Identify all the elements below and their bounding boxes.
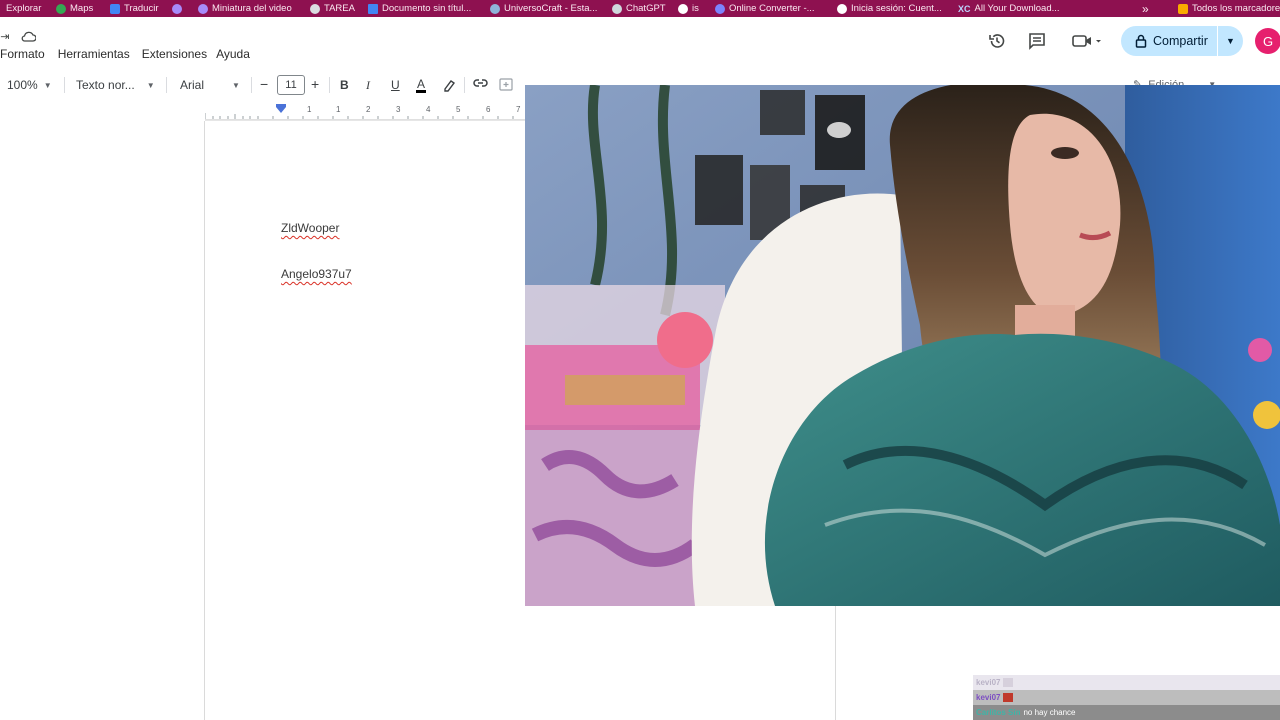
github-icon (678, 3, 688, 14)
link-icon[interactable] (473, 78, 488, 88)
ruler-ticks (204, 104, 514, 119)
share-dropdown-button[interactable]: ▼ (1217, 26, 1243, 56)
docs-icon (368, 3, 378, 14)
bookmark-explorar[interactable]: Explorar (6, 0, 41, 17)
bookmark-chatgpt[interactable]: ChatGPT (612, 0, 666, 17)
share-main[interactable]: Compartir (1121, 26, 1217, 56)
bookmark-documento[interactable]: Documento sin títul... (368, 0, 471, 17)
bookmark-all-your-download[interactable]: XC All Your Download... (958, 0, 1060, 17)
ruler-mark: 1 (307, 105, 312, 114)
bookmark-inicia-sesion[interactable]: Inicia sesión: Cuent... (837, 0, 942, 17)
page-edge (835, 606, 836, 720)
bookmark-online-converter[interactable]: Online Converter -... (715, 0, 815, 17)
xc-icon: XC (958, 3, 971, 14)
bold-button[interactable]: B (340, 78, 349, 92)
menu-herramientas[interactable]: Herramientas (58, 47, 130, 61)
chevron-down-icon: ▼ (146, 80, 155, 90)
chat-overlay: kevi07 kevi07 Carlitos Sin no hay chance (973, 675, 1280, 720)
bookmark-maps[interactable]: Maps (56, 0, 93, 17)
add-comment-icon[interactable] (499, 78, 513, 91)
lock-icon (1135, 34, 1147, 48)
badge-icon (1003, 693, 1014, 702)
translate-icon (110, 3, 120, 14)
zoom-select[interactable]: 100% ▼ (7, 78, 52, 92)
canva-icon (198, 3, 208, 14)
chat-username: kevi07 (976, 678, 1001, 687)
maps-icon (56, 3, 66, 14)
document-line[interactable]: Angelo937u7 (281, 267, 352, 281)
bookmark-traducir[interactable]: Traducir (110, 0, 159, 17)
highlight-icon[interactable] (442, 78, 456, 92)
ruler-mark: 2 (366, 105, 371, 114)
chat-username: Carlitos Sin (976, 708, 1021, 717)
cloud-icon[interactable] (20, 29, 36, 43)
bookmark-miniatura[interactable]: Miniatura del video (198, 0, 292, 17)
chevron-down-icon: ▼ (232, 80, 240, 90)
bookmark-todos[interactable]: Todos los marcadores (1178, 0, 1280, 17)
badge-icon (1003, 678, 1014, 687)
ruler-mark: 6 (486, 105, 491, 114)
avatar[interactable]: G (1255, 28, 1280, 54)
chat-message: kevi07 (973, 690, 1280, 705)
chat-text: no hay chance (1023, 708, 1076, 717)
ruler-mark: 3 (396, 105, 401, 114)
webcam-feed (525, 85, 1280, 606)
meet-icon[interactable] (1070, 31, 1104, 51)
toolbar-divider (251, 77, 252, 93)
bookmark-icon (172, 3, 182, 14)
bookmark-universocraft[interactable]: UniversoCraft - Esta... (490, 0, 597, 17)
menu-ayuda[interactable]: Ayuda (216, 47, 250, 61)
ruler[interactable]: 1 1 2 3 4 5 6 7 (204, 104, 525, 120)
bookmark-blank[interactable] (172, 0, 182, 17)
bookmarks-bar: Explorar Maps Traducir Miniatura del vid… (0, 0, 1280, 17)
decrease-font-size-button[interactable]: − (260, 76, 268, 92)
webcam-overlay (525, 85, 1280, 606)
toolbar-divider (64, 77, 65, 93)
font-select[interactable]: Arial ▼ (180, 78, 240, 92)
font-size-input[interactable]: 11 (277, 75, 305, 95)
toolbar-divider (464, 77, 465, 93)
increase-font-size-button[interactable]: + (311, 76, 319, 92)
toolbar-divider (329, 77, 330, 93)
comment-icon[interactable] (1027, 31, 1047, 51)
bookmark-tarea[interactable]: TAREA (310, 0, 355, 17)
share-button[interactable]: Compartir ▼ (1121, 26, 1243, 56)
google-icon (837, 3, 847, 14)
school-icon (310, 3, 320, 14)
ruler-mark: 5 (456, 105, 461, 114)
ruler-mark: 7 (516, 105, 521, 114)
italic-button[interactable]: I (366, 78, 370, 93)
share-label: Compartir (1153, 34, 1208, 48)
history-icon[interactable] (987, 31, 1007, 51)
document-line[interactable]: ZldWooper (281, 221, 339, 235)
text-color-button[interactable]: A (416, 78, 427, 93)
chat-username: kevi07 (976, 693, 1001, 702)
bookmark-is[interactable]: is (678, 0, 699, 17)
menu-bar: Formato Herramientas Extensiones Ayuda (0, 44, 260, 64)
style-select[interactable]: Texto nor... ▼ (76, 78, 155, 92)
underline-button[interactable]: U (391, 78, 400, 92)
ruler-mark: 1 (336, 105, 341, 114)
menu-formato[interactable]: Formato (0, 47, 45, 61)
universocraft-icon (490, 3, 500, 14)
bookmarks-overflow-button[interactable]: » (1142, 0, 1149, 17)
folder-icon (1178, 3, 1188, 14)
toolbar-divider (166, 77, 167, 93)
menu-extensiones[interactable]: Extensiones (142, 47, 207, 61)
chat-message: Carlitos Sin no hay chance (973, 705, 1280, 720)
ruler-mark: 4 (426, 105, 431, 114)
chatgpt-icon (612, 3, 622, 14)
chevron-down-icon: ▼ (43, 80, 52, 90)
chat-message: kevi07 (973, 675, 1280, 690)
move-icon[interactable]: ⇥ (0, 29, 10, 43)
converter-icon (715, 3, 725, 14)
